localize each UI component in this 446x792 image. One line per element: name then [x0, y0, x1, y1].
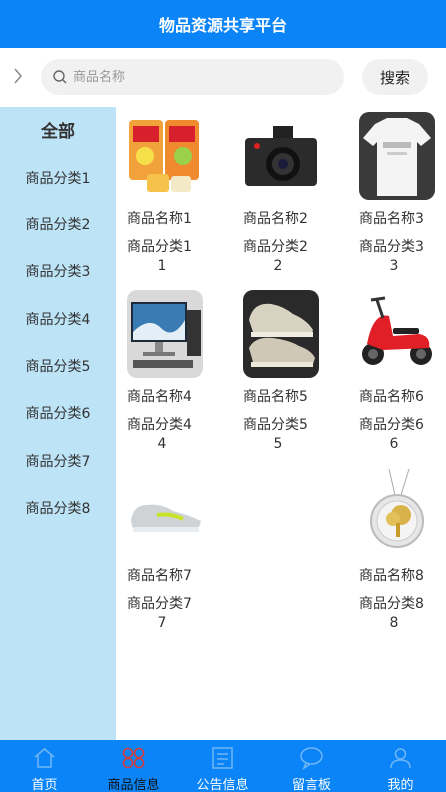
page-title: 物品资源共享平台 — [158, 16, 287, 35]
product-image-camera — [243, 112, 319, 200]
product-name: 商品名称2 — [243, 211, 308, 227]
product-category: 商品分类2 — [243, 239, 308, 255]
user-icon — [388, 746, 413, 770]
notice-icon — [210, 746, 235, 770]
product-image-tree-pendant — [359, 469, 435, 557]
product-card[interactable]: 商品名称2 商品分类2 2 — [243, 107, 333, 277]
category-sidebar: 全部 商品分类1 商品分类2 商品分类3 商品分类4 商品分类5 商品分类6 商… — [0, 107, 116, 740]
category-item[interactable]: 商品分类2 — [0, 213, 116, 237]
category-item[interactable]: 商品分类4 — [0, 308, 116, 332]
message-icon — [299, 746, 324, 770]
product-category: 商品分类6 — [359, 417, 424, 433]
product-name: 商品名称3 — [359, 211, 424, 227]
product-number: 4 — [157, 436, 167, 452]
product-card[interactable]: 商品名称1 商品分类1 1 — [127, 107, 217, 277]
category-item[interactable]: 商品分类1 — [0, 167, 116, 191]
product-name: 商品名称6 — [359, 389, 424, 405]
product-card[interactable]: 商品名称5 商品分类5 5 — [243, 285, 333, 455]
bottom-tab-bar: 首页 商品信息 公告信息 留言板 我的 — [0, 740, 446, 792]
product-image-sneaker — [243, 290, 319, 378]
tab-mine[interactable]: 我的 — [356, 740, 445, 792]
product-card[interactable]: 商品名称3 商品分类3 3 — [359, 107, 446, 277]
home-icon — [32, 746, 57, 770]
product-number: 3 — [389, 258, 399, 274]
app-header: 物品资源共享平台 — [0, 0, 446, 48]
tab-message-board[interactable]: 留言板 — [267, 740, 356, 792]
search-icon — [52, 69, 68, 85]
product-image-tshirt — [359, 112, 435, 200]
product-number: 2 — [273, 258, 283, 274]
product-icon — [121, 746, 146, 770]
product-name: 商品名称4 — [127, 389, 192, 405]
search-button[interactable]: 搜索 — [362, 59, 428, 95]
product-card[interactable]: 商品名称4 商品分类4 4 — [127, 285, 217, 455]
tab-label: 公告信息 — [196, 778, 249, 792]
category-item[interactable]: 商品分类6 — [0, 402, 116, 426]
tab-home[interactable]: 首页 — [0, 740, 89, 792]
category-item[interactable]: 商品分类5 — [0, 355, 116, 379]
tab-products[interactable]: 商品信息 — [89, 740, 178, 792]
product-category: 商品分类3 — [359, 239, 424, 255]
product-category: 商品分类4 — [127, 417, 192, 433]
product-number: 6 — [389, 436, 399, 452]
tab-label: 商品信息 — [107, 778, 160, 792]
product-card[interactable]: 商品名称8 商品分类8 8 — [359, 464, 446, 634]
product-grid: 商品名称1 商品分类1 1 商品名称2 商品分类2 2 商品名称3 商品分类3 … — [116, 107, 446, 740]
product-number: 7 — [157, 615, 167, 631]
search-box[interactable] — [41, 59, 344, 95]
product-image-snacks — [127, 112, 203, 200]
category-item[interactable]: 商品分类8 — [0, 497, 116, 521]
product-image-scooter — [359, 290, 435, 378]
tab-notices[interactable]: 公告信息 — [178, 740, 267, 792]
product-number: 8 — [389, 615, 399, 631]
tab-label: 首页 — [31, 778, 58, 792]
tab-label: 留言板 — [291, 778, 331, 792]
product-image-running-shoe — [127, 469, 203, 557]
product-category: 商品分类1 — [127, 239, 192, 255]
product-name: 商品名称7 — [127, 568, 192, 584]
product-category: 商品分类7 — [127, 596, 192, 612]
product-category: 商品分类8 — [359, 596, 424, 612]
category-all[interactable]: 全部 — [0, 117, 116, 145]
category-item[interactable]: 商品分类7 — [0, 450, 116, 474]
product-name: 商品名称8 — [359, 568, 424, 584]
product-name: 商品名称1 — [127, 211, 192, 227]
category-item[interactable]: 商品分类3 — [0, 260, 116, 284]
tab-label: 我的 — [387, 778, 414, 792]
product-card[interactable]: 商品名称7 商品分类7 7 — [127, 464, 217, 634]
product-number: 5 — [273, 436, 283, 452]
product-image-computer — [127, 290, 203, 378]
product-card[interactable]: 商品名称6 商品分类6 6 — [359, 285, 446, 455]
product-category: 商品分类5 — [243, 417, 308, 433]
chevron-right-icon[interactable] — [10, 64, 26, 88]
product-name: 商品名称5 — [243, 389, 308, 405]
search-row: 搜索 — [0, 48, 446, 107]
search-input[interactable] — [73, 65, 333, 89]
product-number: 1 — [157, 258, 167, 274]
